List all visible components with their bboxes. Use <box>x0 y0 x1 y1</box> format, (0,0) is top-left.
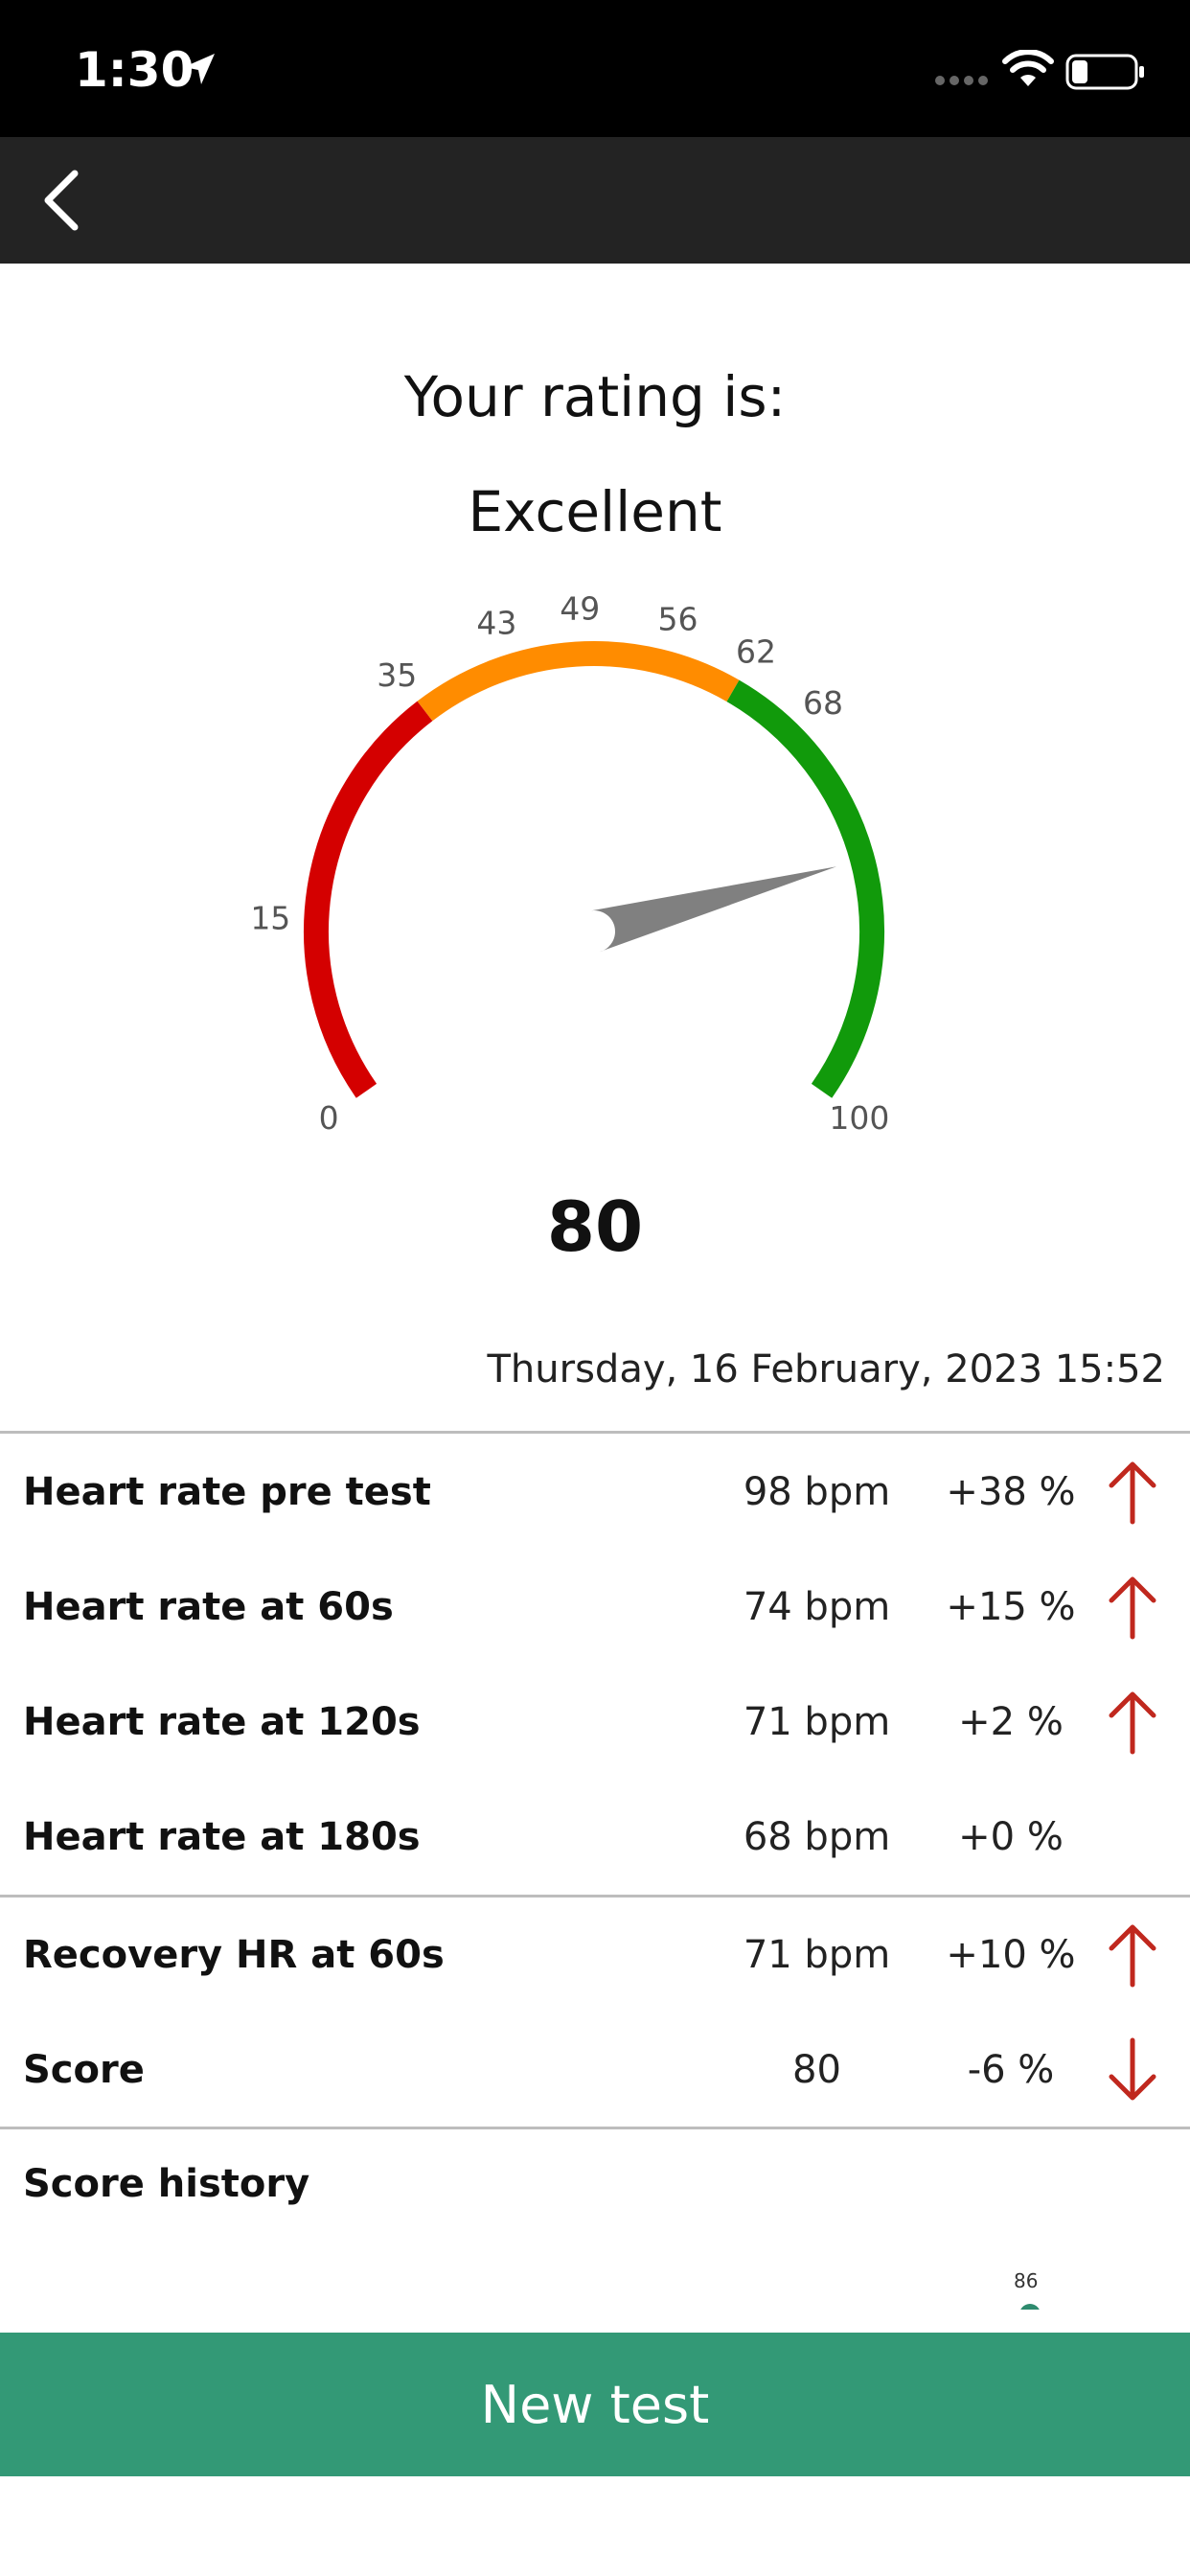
result-row-pre-test: Heart rate pre test 98 bpm +38 % <box>0 1438 1190 1543</box>
result-row-180s: Heart rate at 180s 68 bpm +0 % <box>0 1782 1190 1888</box>
status-time: 1:30 <box>75 42 195 98</box>
gauge-zone-1 <box>417 641 740 722</box>
result-row-score: Score 80 -6 % <box>0 2015 1190 2121</box>
divider <box>0 2127 1190 2129</box>
result-change: +15 % <box>946 1585 1076 1629</box>
arrow-up-icon <box>1109 1461 1156 1525</box>
status-bar: 1:30 <box>0 0 1190 137</box>
result-label: Heart rate pre test <box>23 1470 431 1514</box>
location-arrow-icon <box>184 54 215 84</box>
history-clip <box>0 2310 1190 2333</box>
gauge-tick-label: 0 <box>319 1099 339 1137</box>
score-history-title: Score history <box>23 2162 310 2206</box>
divider <box>0 1895 1190 1898</box>
result-value: 71 bpm <box>743 1933 891 1977</box>
result-value: 68 bpm <box>743 1815 891 1859</box>
result-change: +2 % <box>958 1700 1064 1744</box>
back-button[interactable] <box>29 162 105 239</box>
gauge-tick-label: 56 <box>657 601 698 638</box>
gauge-tick-label: 100 <box>829 1099 889 1137</box>
rating-value: Excellent <box>468 479 722 544</box>
result-label: Heart rate at 180s <box>23 1815 421 1859</box>
rating-heading: Your rating is: <box>403 364 787 429</box>
gauge-zone-0 <box>304 701 433 1098</box>
history-point-label: 86 <box>1014 2269 1039 2292</box>
result-value: 98 bpm <box>743 1470 891 1514</box>
battery-icon <box>1065 54 1144 90</box>
gauge-tick-label: 15 <box>250 899 290 936</box>
new-test-button[interactable]: New test <box>0 2333 1190 2476</box>
arrow-up-icon <box>1109 1576 1156 1640</box>
cellular-signal-icon <box>935 76 988 85</box>
result-row-60s: Heart rate at 60s 74 bpm +15 % <box>0 1552 1190 1658</box>
result-row-120s: Heart rate at 120s 71 bpm +2 % <box>0 1668 1190 1773</box>
wifi-icon <box>1002 50 1054 86</box>
chevron-left-icon <box>44 170 79 231</box>
gauge-tick-label: 43 <box>476 605 516 642</box>
arrow-up-icon <box>1109 1691 1156 1755</box>
result-label: Recovery HR at 60s <box>23 1933 445 1977</box>
result-change: -6 % <box>967 2048 1055 2092</box>
result-change: +10 % <box>946 1933 1076 1977</box>
gauge-tick-label: 49 <box>560 589 600 627</box>
gauge-tick-label: 68 <box>803 684 843 722</box>
result-value: 80 <box>792 2048 841 2092</box>
divider <box>0 1431 1190 1434</box>
test-timestamp: Thursday, 16 February, 2023 15:52 <box>487 1347 1166 1392</box>
result-change: +0 % <box>958 1815 1064 1859</box>
gauge-value: 80 <box>546 1186 644 1267</box>
result-value: 71 bpm <box>743 1700 891 1744</box>
result-row-recovery: Recovery HR at 60s 71 bpm +10 % <box>0 1900 1190 2006</box>
navigation-bar <box>0 137 1190 264</box>
arrow-down-icon <box>1109 2037 1156 2101</box>
result-label: Heart rate at 60s <box>23 1585 394 1629</box>
gauge-needle <box>588 866 837 953</box>
result-label: Heart rate at 120s <box>23 1700 421 1744</box>
gauge-tick-label: 62 <box>736 632 776 670</box>
result-change: +38 % <box>946 1470 1076 1514</box>
gauge-tick-label: 35 <box>377 656 417 694</box>
arrow-up-icon <box>1109 1924 1156 1988</box>
result-value: 74 bpm <box>743 1585 891 1629</box>
result-label: Score <box>23 2048 145 2092</box>
